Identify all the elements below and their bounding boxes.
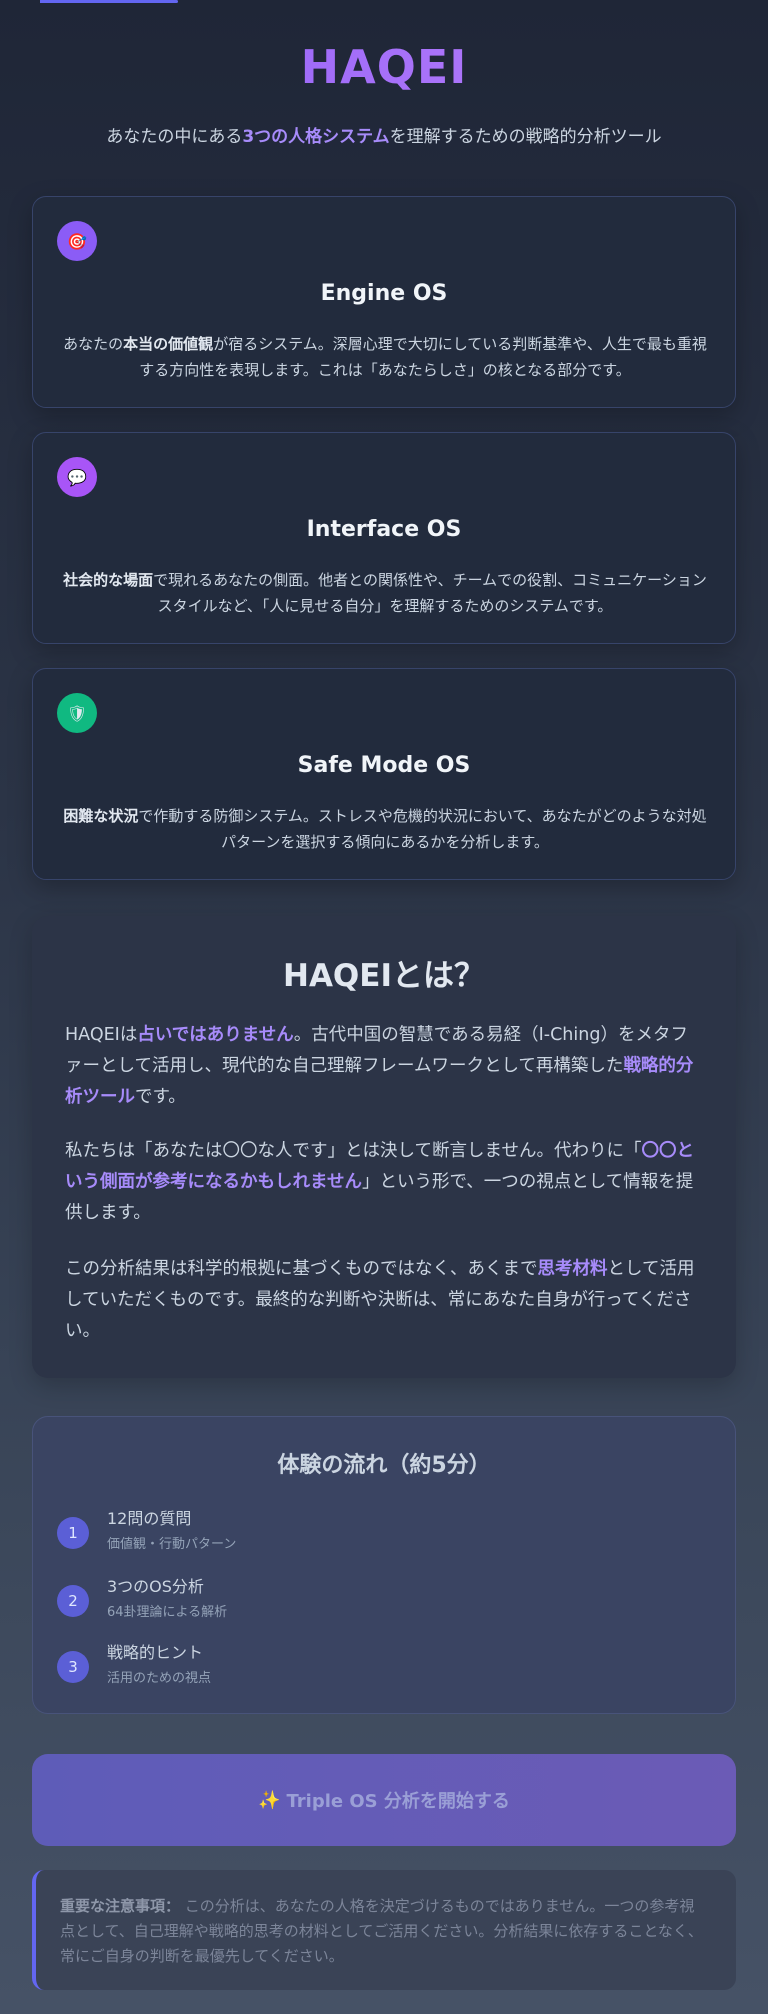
os-desc-bold: 本当の価値観 <box>123 335 214 353</box>
shield-icon: 🛡 <box>57 693 97 733</box>
shield-icon-glyph: 🛡 <box>66 703 88 723</box>
speech-bubble-icon: 💬 <box>57 457 97 497</box>
os-card-description: 社会的な場面で現れるあなたの側面。他者との関係性や、チームでの役割、コミュニケー… <box>57 567 713 619</box>
os-desc-post: が宿るシステム。深層心理で大切にしている判断基準や、人生で最も重視する方向性を表… <box>139 335 707 379</box>
start-analysis-label: Triple OS 分析を開始する <box>286 1791 510 1812</box>
logo: HAQEI <box>0 40 768 94</box>
step-title: 戦略的ヒント <box>107 1643 204 1662</box>
tagline-text-post: を理解するための戦略的分析ツール <box>389 127 662 147</box>
flow-step: 1 12問の質問 価値観・行動パターン <box>57 1505 697 1555</box>
os-card-interface: 💬 Interface OS 社会的な場面で現れるあなたの側面。他者との関係性や… <box>32 432 736 644</box>
flow-title: 体験の流れ（約5分） <box>277 1453 491 1478</box>
step-subtitle: 価値観・行動パターン <box>107 1537 237 1552</box>
os-card-engine: 🎯 Engine OS あなたの本当の価値観が宿るシステム。深層心理で大切にして… <box>32 196 736 408</box>
about-title: HAQEIとは？ <box>283 958 485 994</box>
target-icon: 🎯 <box>57 221 97 261</box>
os-card-description: 困難な状況で作動する防御システム。ストレスや危機的状況において、あなたがどのよう… <box>57 803 713 855</box>
os-desc-pre: あなたの <box>63 335 124 353</box>
about-highlight: 占いではありません <box>137 1025 294 1045</box>
os-card-description: あなたの本当の価値観が宿るシステム。深層心理で大切にしている判断基準や、人生で最… <box>57 331 713 383</box>
os-desc-post: で作動する防御システム。ストレスや危機的状況において、あなたがどのような対処パタ… <box>138 807 707 851</box>
about-paragraph-1: HAQEIは占いではありません。古代中国の智慧である易経（I-Ching）をメタ… <box>65 1020 705 1113</box>
step-number: 2 <box>57 1585 89 1617</box>
about-highlight: 思考材料 <box>537 1259 608 1279</box>
os-card-safe-mode: 🛡 Safe Mode OS 困難な状況で作動する防御システム。ストレスや危機的… <box>32 668 736 880</box>
tagline: あなたの中にある3つの人格システムを理解するための戦略的分析ツール <box>0 122 768 147</box>
step-number: 1 <box>57 1517 89 1549</box>
start-analysis-button[interactable]: ✨ Triple OS 分析を開始する <box>32 1754 736 1846</box>
step-title: 3つのOS分析 <box>107 1577 204 1596</box>
speech-bubble-icon-glyph: 💬 <box>67 467 87 487</box>
sparkle-icon: ✨ <box>258 1789 281 1811</box>
os-card-title: Safe Mode OS <box>297 753 471 778</box>
flow-step: 2 3つのOS分析 64卦理論による解析 <box>57 1573 697 1623</box>
step-number: 3 <box>57 1651 89 1683</box>
flow-step: 3 戦略的ヒント 活用のための視点 <box>57 1639 697 1689</box>
about-text: 私たちは「あなたは〇〇な人です」とは決して断言しません。代わりに「 <box>65 1141 642 1161</box>
target-icon-glyph: 🎯 <box>67 231 87 251</box>
about-section: HAQEIとは？ HAQEIは占いではありません。古代中国の智慧である易経（I-… <box>32 916 736 1378</box>
about-paragraph-2: 私たちは「あなたは〇〇な人です」とは決して断言しません。代わりに「〇〇という側面… <box>65 1136 705 1229</box>
about-text: この分析結果は科学的根拠に基づくものではなく、あくまで <box>65 1259 538 1279</box>
os-desc-bold: 困難な状況 <box>63 807 139 825</box>
important-notice: 重要な注意事項： この分析は、あなたの人格を決定づけるものではありません。一つの… <box>32 1870 736 1990</box>
notice-heading: 重要な注意事項： <box>60 1897 181 1915</box>
os-card-title: Engine OS <box>320 281 448 306</box>
progress-fill <box>40 0 178 3</box>
os-desc-post: で現れるあなたの側面。他者との関係性や、チームでの役割、コミュニケーションスタイ… <box>153 571 707 615</box>
about-paragraph-3: この分析結果は科学的根拠に基づくものではなく、あくまで思考材料として活用していた… <box>65 1254 705 1347</box>
tagline-highlight: 3つの人格システム <box>242 127 390 147</box>
about-text: です。 <box>135 1087 186 1107</box>
step-title: 12問の質問 <box>107 1509 192 1528</box>
tagline-text-pre: あなたの中にある <box>106 127 243 147</box>
step-subtitle: 活用のための視点 <box>107 1671 212 1686</box>
os-card-title: Interface OS <box>306 517 462 542</box>
step-subtitle: 64卦理論による解析 <box>107 1605 228 1620</box>
about-text: HAQEIは <box>65 1025 138 1045</box>
progress-bar <box>0 0 768 3</box>
experience-flow: 体験の流れ（約5分） 1 12問の質問 価値観・行動パターン 2 3つのOS分析… <box>32 1416 736 1714</box>
os-desc-bold: 社会的な場面 <box>63 571 154 589</box>
